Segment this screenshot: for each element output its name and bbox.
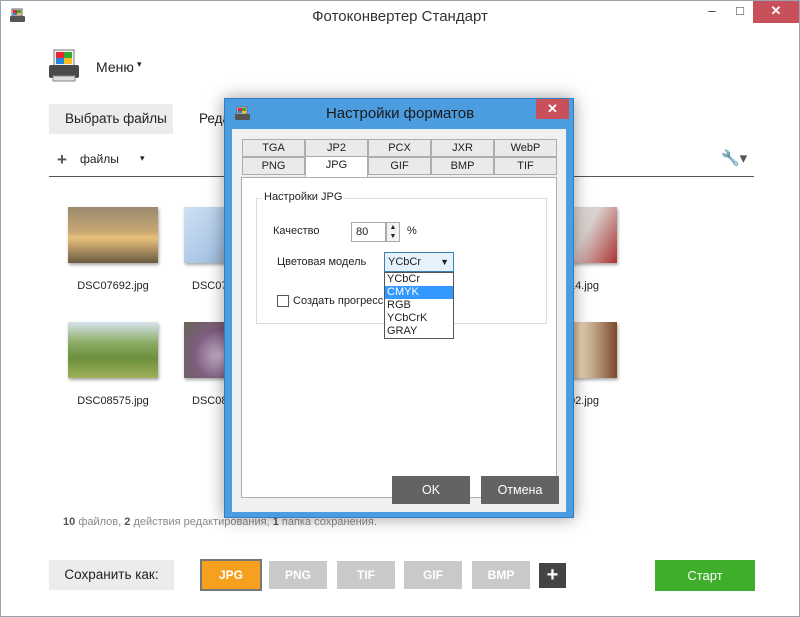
thumbnail-caption: 02.jpg <box>569 395 599 407</box>
files-count: 10 <box>63 516 76 528</box>
color-model-label: Цветовая модель <box>277 256 367 268</box>
format-settings-dialog: Настройки форматов ✕ TGA JP2 PCX JXR Web… <box>224 98 574 518</box>
tab-pcx[interactable]: PCX <box>368 139 431 157</box>
tab-tif[interactable]: TIF <box>494 157 557 175</box>
dialog-body: TGA JP2 PCX JXR WebP PNG JPG GIF BMP TIF… <box>232 129 566 512</box>
window-title: Фотоконвертер Стандарт <box>312 8 488 25</box>
start-button[interactable]: Старт <box>655 560 755 591</box>
progressive-label: Создать прогресс <box>293 295 384 307</box>
option-gray[interactable]: GRAY <box>385 325 453 338</box>
title-bar: Фотоконвертер Стандарт – □ ✕ <box>1 1 799 32</box>
format-png-button[interactable]: PNG <box>269 561 327 589</box>
tab-gif[interactable]: GIF <box>368 157 431 175</box>
thumbnail-caption: DSC07692.jpg <box>77 280 149 292</box>
dialog-title: Настройки форматов <box>325 105 475 122</box>
progressive-checkbox[interactable] <box>277 295 289 307</box>
minimize-button[interactable]: – <box>698 1 726 23</box>
menu-label: Меню <box>96 59 134 75</box>
thumbnail-caption: DSC08575.jpg <box>77 395 149 407</box>
cancel-button[interactable]: Отмена <box>481 476 559 504</box>
format-bmp-button[interactable]: BMP <box>472 561 530 589</box>
jpg-settings-page: Настройки JPG Качество 80 ▲ ▼ % Цветовая… <box>241 177 557 498</box>
option-ycbcr[interactable]: YCbCr <box>385 273 453 286</box>
color-model-value: YCbCr <box>388 256 422 268</box>
maximize-button[interactable]: □ <box>726 1 754 23</box>
tab-jpg[interactable]: JPG <box>305 156 368 177</box>
photo-thumbnail <box>68 322 158 378</box>
chevron-up-icon[interactable]: ▲ <box>387 223 399 232</box>
option-rgb[interactable]: RGB <box>385 299 453 312</box>
quality-input[interactable]: 80 <box>351 222 386 242</box>
thumbnail-caption: 14.jpg <box>569 280 599 292</box>
chevron-down-icon: ▼ <box>440 257 449 267</box>
tab-tga[interactable]: TGA <box>242 139 305 157</box>
group-title: Настройки JPG <box>262 191 345 203</box>
quality-unit: % <box>407 225 417 237</box>
quality-label: Качество <box>273 225 320 237</box>
photo-thumbnail <box>68 207 158 263</box>
option-cmyk[interactable]: CMYK <box>385 286 453 299</box>
color-model-dropdown: YCbCr CMYK RGB YCbCrK GRAY <box>384 272 454 339</box>
tab-jxr[interactable]: JXR <box>431 139 494 157</box>
wrench-icon[interactable]: 🔧▾ <box>721 149 751 169</box>
tab-select-files[interactable]: Выбрать файлы <box>49 104 173 134</box>
tab-png[interactable]: PNG <box>242 157 305 175</box>
add-format-button[interactable]: + <box>539 563 566 588</box>
format-jpg-button[interactable]: JPG <box>200 559 262 591</box>
actions-count: 2 <box>124 516 131 528</box>
close-button[interactable]: ✕ <box>753 1 799 23</box>
dialog-close-button[interactable]: ✕ <box>536 99 569 119</box>
jpg-settings-group: Настройки JPG Качество 80 ▲ ▼ % Цветовая… <box>256 191 547 339</box>
add-icon[interactable]: + <box>57 150 67 170</box>
save-as-label: Сохранить как: <box>49 560 174 590</box>
format-tif-button[interactable]: TIF <box>337 561 395 589</box>
format-gif-button[interactable]: GIF <box>404 561 462 589</box>
add-files-button[interactable]: файлы <box>80 152 119 166</box>
color-model-select[interactable]: YCbCr ▼ <box>384 252 454 272</box>
tab-bmp[interactable]: BMP <box>431 157 494 175</box>
files-text: файлов, <box>78 516 122 528</box>
tab-webp[interactable]: WebP <box>494 139 557 157</box>
quality-stepper[interactable]: ▲ ▼ <box>386 222 400 242</box>
chevron-down-icon: ▾ <box>137 59 142 69</box>
printer-logo-icon <box>49 49 79 82</box>
ok-button[interactable]: OK <box>392 476 470 504</box>
option-ycbcrk[interactable]: YCbCrK <box>385 312 453 325</box>
tab-jp2[interactable]: JP2 <box>305 139 368 157</box>
chevron-down-icon[interactable]: ▼ <box>387 232 399 241</box>
chevron-down-icon[interactable]: ▾ <box>140 153 145 164</box>
